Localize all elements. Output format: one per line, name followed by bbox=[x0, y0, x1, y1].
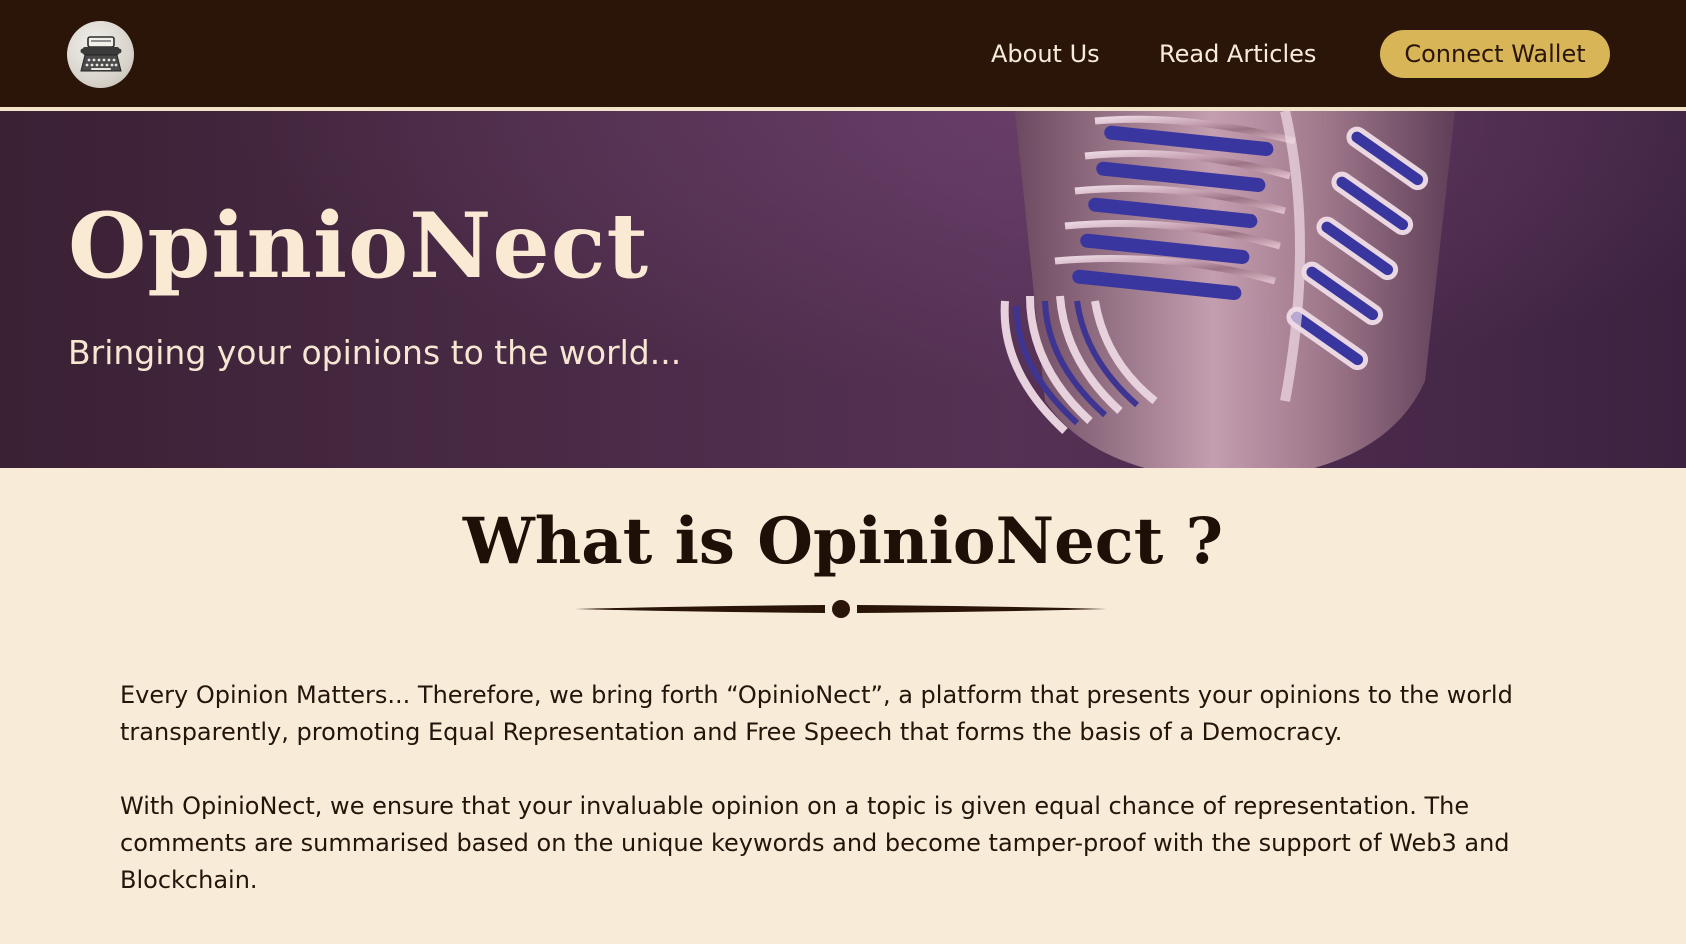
logo[interactable] bbox=[67, 21, 134, 88]
nav-link-about-us[interactable]: About Us bbox=[991, 31, 1100, 77]
hero-banner: OpinioNect Bringing your opinions to the… bbox=[0, 111, 1686, 468]
hero-title: OpinioNect bbox=[68, 193, 650, 299]
connect-wallet-button[interactable]: Connect Wallet bbox=[1380, 30, 1610, 78]
ornament-divider bbox=[575, 600, 1107, 618]
navbar: About Us Read Articles Connect Wallet bbox=[0, 0, 1686, 107]
hero-subtitle: Bringing your opinions to the world... bbox=[68, 333, 682, 372]
about-paragraph-2: With OpinioNect, we ensure that your inv… bbox=[120, 792, 1510, 894]
about-paragraph-1: Every Opinion Matters... Therefore, we b… bbox=[120, 681, 1513, 746]
nav-link-read-articles[interactable]: Read Articles bbox=[1159, 31, 1316, 77]
section-title: What is OpinioNect ? bbox=[462, 504, 1224, 579]
typewriter-icon bbox=[79, 35, 122, 71]
microphone-image bbox=[1000, 111, 1455, 468]
